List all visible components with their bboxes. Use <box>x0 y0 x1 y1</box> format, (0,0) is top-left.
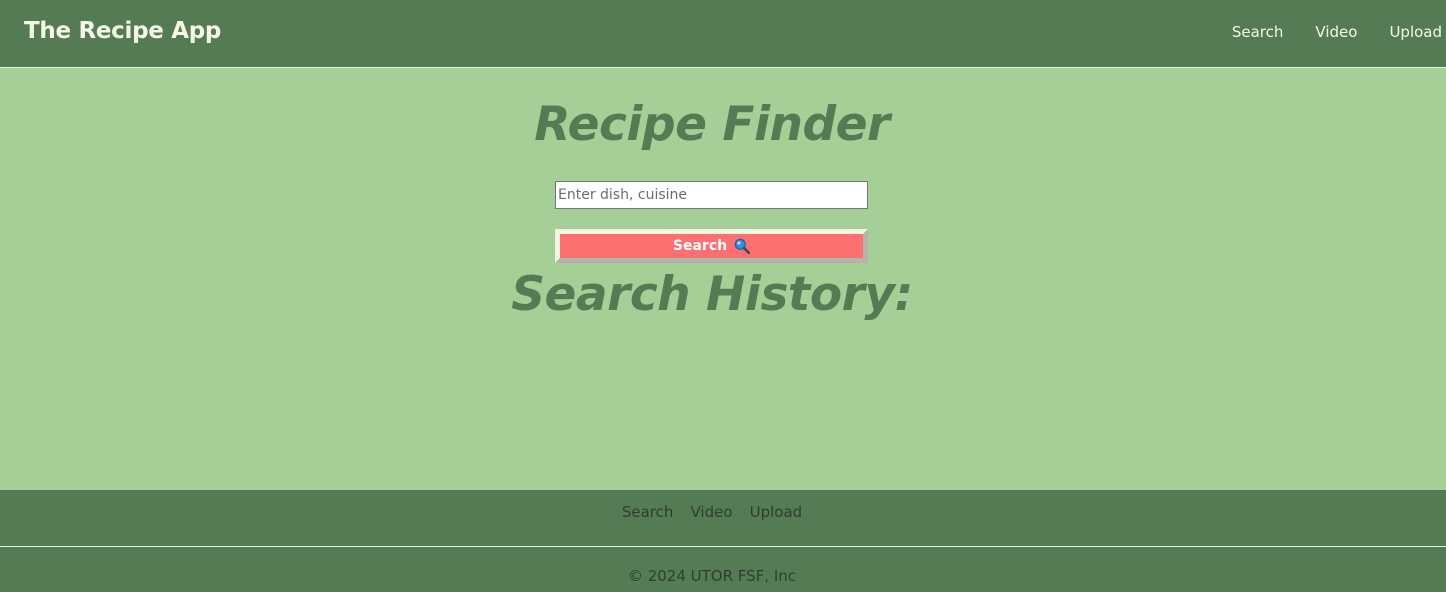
top-header: The Recipe App Search Video Upload <box>0 0 1446 68</box>
page-title: Recipe Finder <box>534 97 890 152</box>
nav-video-link[interactable]: Video <box>1315 22 1357 42</box>
nav-search-link[interactable]: Search <box>1232 22 1284 42</box>
footer-nav: Search Video Upload <box>0 502 1424 521</box>
footer-video-link[interactable]: Video <box>690 503 732 521</box>
footer-search-link[interactable]: Search <box>622 503 674 521</box>
search-button[interactable]: Search <box>555 229 868 263</box>
brand-title[interactable]: The Recipe App <box>24 18 221 44</box>
top-nav: Search Video Upload <box>1200 22 1442 42</box>
search-button-label: Search <box>672 238 728 254</box>
magnifying-glass-icon <box>734 238 751 255</box>
search-history-title: Search History: <box>511 267 913 322</box>
footer-upload-link[interactable]: Upload <box>750 503 803 521</box>
main-content: Recipe Finder Search Search History: <box>0 69 1446 490</box>
search-input[interactable] <box>555 181 868 209</box>
copyright-text: © 2024 UTOR FSF, Inc <box>627 567 797 585</box>
nav-upload-link[interactable]: Upload <box>1389 22 1442 42</box>
footer-divider <box>0 546 1446 547</box>
page-footer: Search Video Upload © 2024 UTOR FSF, Inc <box>0 490 1446 592</box>
